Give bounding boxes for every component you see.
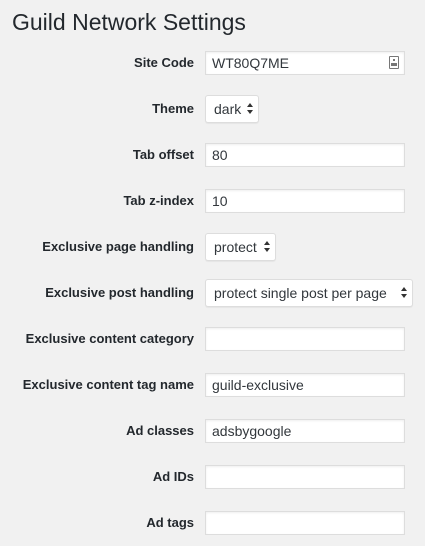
exclusive-content-tag-name-label: Exclusive content tag name — [22, 377, 194, 392]
tab-z-index-value: 10 — [212, 193, 228, 209]
site-code-label: Site Code — [134, 55, 194, 70]
ad-classes-row: Ad classes adsbygoogle — [0, 416, 425, 446]
exclusive-content-tag-name-row: Exclusive content tag name guild-exclusi… — [0, 370, 425, 400]
tab-offset-input[interactable]: 80 — [205, 143, 405, 167]
exclusive-post-handling-label: Exclusive post handling — [45, 285, 194, 300]
exclusive-content-category-row: Exclusive content category — [0, 324, 425, 354]
tab-z-index-label: Tab z-index — [123, 193, 194, 208]
tab-offset-value: 80 — [212, 147, 228, 163]
theme-selected-value: dark — [214, 101, 242, 117]
theme-row: Theme dark — [0, 94, 425, 124]
tab-offset-row: Tab offset 80 — [0, 140, 425, 170]
exclusive-page-handling-select[interactable]: protect — [205, 233, 276, 261]
site-code-input[interactable]: WT80Q7ME — [205, 51, 405, 75]
exclusive-content-category-label: Exclusive content category — [25, 331, 194, 346]
ad-ids-row: Ad IDs — [0, 462, 425, 492]
ad-tags-input[interactable] — [205, 511, 405, 535]
ad-classes-value: adsbygoogle — [212, 423, 292, 439]
ad-ids-label: Ad IDs — [152, 469, 194, 484]
exclusive-post-handling-row: Exclusive post handling protect single p… — [0, 278, 425, 308]
tab-z-index-row: Tab z-index 10 — [0, 186, 425, 216]
site-code-value: WT80Q7ME — [212, 55, 290, 71]
exclusive-page-handling-selected-value: protect — [214, 239, 257, 255]
select-arrows-icon — [401, 287, 408, 299]
theme-select[interactable]: dark — [205, 95, 259, 123]
contact-card-icon[interactable] — [389, 56, 399, 69]
ad-classes-input[interactable]: adsbygoogle — [205, 419, 405, 443]
exclusive-content-tag-name-value: guild-exclusive — [212, 377, 304, 393]
ad-ids-input[interactable] — [205, 465, 405, 489]
ad-tags-label: Ad tags — [146, 515, 194, 530]
exclusive-content-category-input[interactable] — [205, 327, 405, 351]
ad-classes-label: Ad classes — [126, 423, 194, 438]
exclusive-page-handling-row: Exclusive page handling protect — [0, 232, 425, 262]
exclusive-post-handling-selected-value: protect single post per page — [214, 285, 387, 301]
select-arrows-icon — [264, 241, 271, 253]
select-arrows-icon — [247, 103, 254, 115]
tab-offset-label: Tab offset — [132, 147, 194, 162]
ad-tags-row: Ad tags — [0, 508, 425, 538]
tab-z-index-input[interactable]: 10 — [205, 189, 405, 213]
exclusive-page-handling-label: Exclusive page handling — [42, 239, 194, 254]
theme-label: Theme — [152, 101, 194, 116]
exclusive-post-handling-select[interactable]: protect single post per page — [205, 279, 413, 307]
site-code-row: Site Code WT80Q7ME — [0, 48, 425, 78]
page-title: Guild Network Settings — [12, 9, 246, 35]
exclusive-content-tag-name-input[interactable]: guild-exclusive — [205, 373, 405, 397]
